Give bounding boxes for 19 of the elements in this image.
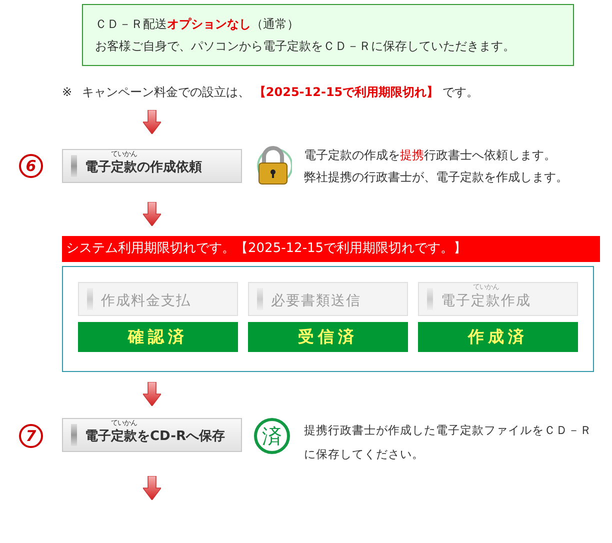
alert-bar: システム利用期限切れです。【2025-12-15で利用期限切れです。】 bbox=[62, 236, 600, 262]
stamp-icon: 済 bbox=[254, 418, 290, 454]
down-arrow-icon bbox=[143, 476, 161, 500]
padlock-icon bbox=[254, 146, 292, 186]
status-label: 作成済 bbox=[418, 322, 578, 352]
step-description: 提携行政書士が作成した電子定款ファイルをＣＤ－Ｒに保存してください。 bbox=[304, 422, 593, 463]
step-number: 7 bbox=[19, 424, 43, 448]
down-arrow-icon bbox=[143, 382, 161, 406]
note-mark: ※ bbox=[62, 84, 72, 101]
down-arrow-icon bbox=[143, 202, 161, 226]
down-arrow-icon bbox=[143, 110, 161, 134]
option-text: お客様ご自身で、パソコンから電子定款をＣＤ－Ｒに保存していただきます。 bbox=[95, 38, 516, 55]
step-number: 6 bbox=[19, 154, 43, 178]
option-title: ＣＤ－Ｒ配送オプションなし（通常） bbox=[95, 16, 300, 33]
note-text: キャンペーン料金での設立は、 【2025-12-15で利用期限切れ】 です。 bbox=[82, 84, 478, 101]
step-description: 電子定款の作成を提携行政書士へ依頼します。 bbox=[304, 147, 557, 164]
status-label: 受信済 bbox=[248, 322, 408, 352]
status-label: 確認済 bbox=[78, 322, 238, 352]
step-description: 弊社提携の行政書士が、電子定款を作成します。 bbox=[304, 169, 568, 186]
